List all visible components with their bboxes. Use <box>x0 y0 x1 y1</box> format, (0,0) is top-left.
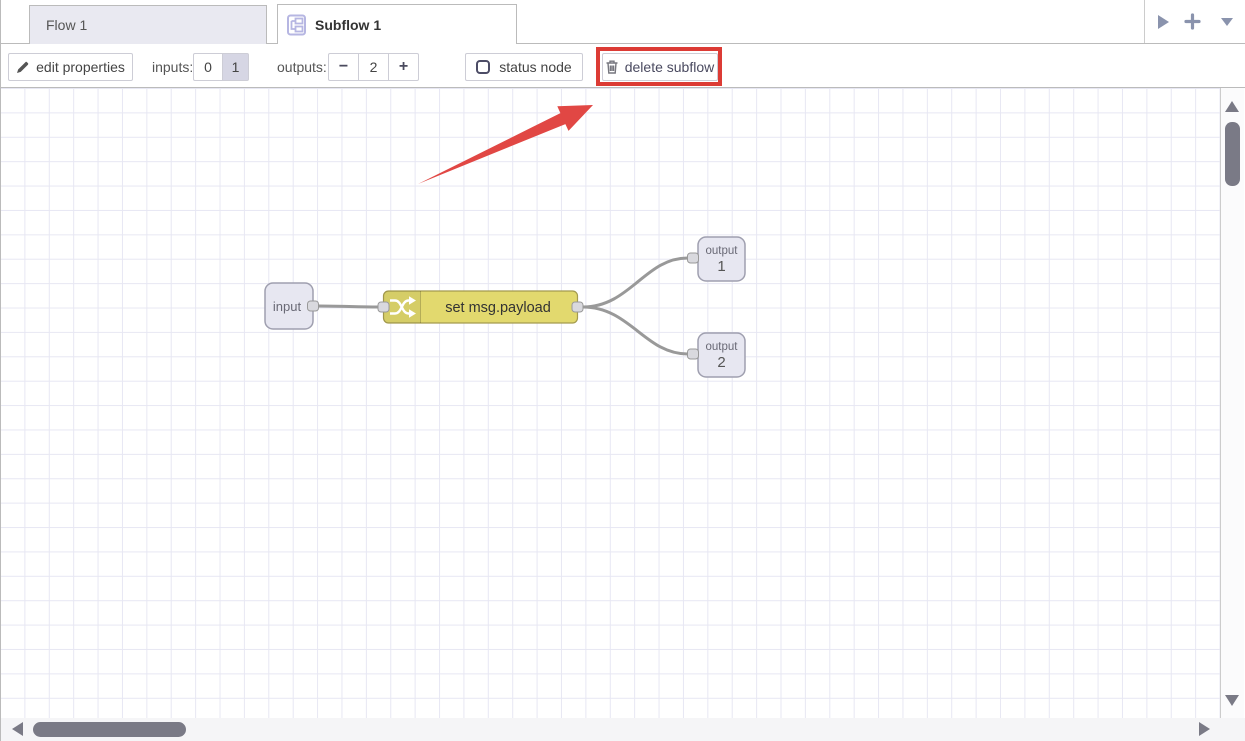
status-node-checkbox[interactable] <box>476 60 490 74</box>
scroll-tabs-right-button[interactable] <box>1153 0 1173 43</box>
scroll-left-arrow[interactable] <box>12 722 23 736</box>
flow-svg: input set msg.payl <box>0 88 1221 718</box>
outputs-count-value: 2 <box>370 59 378 75</box>
output2-node-label: output <box>706 341 739 353</box>
tabbar-actions <box>1145 0 1245 43</box>
increase-outputs-button[interactable]: + <box>388 53 419 81</box>
wire-change-to-output1[interactable] <box>583 258 688 307</box>
status-node-label: status node <box>499 59 571 75</box>
annotation-arrow <box>418 105 593 184</box>
inputs-0-label: 0 <box>204 59 212 75</box>
status-node-toggle-button[interactable]: status node <box>465 53 583 81</box>
output1-node-number: 1 <box>717 258 725 275</box>
wire-input-to-change[interactable] <box>319 306 379 307</box>
trash-icon <box>606 60 618 74</box>
chevron-down-icon <box>1221 18 1233 26</box>
scroll-right-arrow[interactable] <box>1199 722 1210 736</box>
add-flow-button[interactable] <box>1181 0 1203 43</box>
edit-properties-button[interactable]: edit properties <box>8 53 133 81</box>
output1-node-label: output <box>706 245 739 257</box>
scroll-down-arrow[interactable] <box>1225 695 1239 706</box>
flow-tabbar: Flow 1 Subflow 1 <box>0 0 1245 44</box>
subflow-icon <box>286 14 307 36</box>
inputs-label: inputs: <box>152 53 193 81</box>
inputs-0-button[interactable]: 0 <box>193 53 223 81</box>
plus-icon <box>1184 13 1201 30</box>
node-subflow-output-1[interactable]: output 1 <box>688 237 746 281</box>
tab-flow-1[interactable]: Flow 1 <box>29 5 267 44</box>
scroll-up-arrow[interactable] <box>1225 101 1239 112</box>
tab-flow-1-label: Flow 1 <box>46 17 87 33</box>
window-left-border <box>0 0 1 741</box>
flow-canvas[interactable]: input set msg.payl <box>0 88 1221 718</box>
node-subflow-output-2[interactable]: output 2 <box>688 333 746 377</box>
input-node-output-port[interactable] <box>308 301 319 311</box>
plus-icon-small: + <box>399 58 408 76</box>
change-node-input-port[interactable] <box>378 302 389 312</box>
inputs-1-button[interactable]: 1 <box>222 53 249 81</box>
wire-change-to-output2[interactable] <box>583 307 688 354</box>
tab-subflow-1[interactable]: Subflow 1 <box>277 4 517 44</box>
vertical-scrollbar[interactable] <box>1221 88 1244 718</box>
input-node-label: input <box>273 299 302 314</box>
edit-properties-label: edit properties <box>36 59 125 75</box>
node-red-editor: Flow 1 Subflow 1 <box>0 0 1245 741</box>
tab-subflow-1-label: Subflow 1 <box>315 17 381 33</box>
inputs-1-label: 1 <box>232 59 240 75</box>
delete-subflow-button[interactable]: delete subflow <box>602 53 718 81</box>
canvas-row: input set msg.payl <box>0 88 1245 718</box>
output2-node-number: 2 <box>717 354 725 371</box>
decrease-outputs-button[interactable]: − <box>328 53 359 81</box>
change-node-label: set msg.payload <box>445 300 551 316</box>
output1-node-input-port[interactable] <box>688 253 699 263</box>
node-change-set-msg-payload[interactable]: set msg.payload <box>378 291 583 323</box>
change-node-output-port[interactable] <box>572 302 583 312</box>
horizontal-scrollbar[interactable] <box>0 718 1245 741</box>
minus-icon: − <box>339 58 348 76</box>
output2-node-input-port[interactable] <box>688 349 699 359</box>
subflow-toolbar: edit properties inputs: 0 1 outputs: − 2… <box>0 44 1245 88</box>
outputs-count-field[interactable]: 2 <box>358 53 389 81</box>
pencil-icon <box>16 61 29 74</box>
outputs-label: outputs: <box>277 53 327 81</box>
vertical-scrollbar-thumb[interactable] <box>1225 122 1240 186</box>
node-subflow-input[interactable]: input <box>265 283 319 329</box>
horizontal-scrollbar-thumb[interactable] <box>33 722 186 737</box>
delete-subflow-label: delete subflow <box>625 59 715 75</box>
scroll-right-icon <box>1158 15 1169 29</box>
flow-list-button[interactable] <box>1217 0 1237 43</box>
